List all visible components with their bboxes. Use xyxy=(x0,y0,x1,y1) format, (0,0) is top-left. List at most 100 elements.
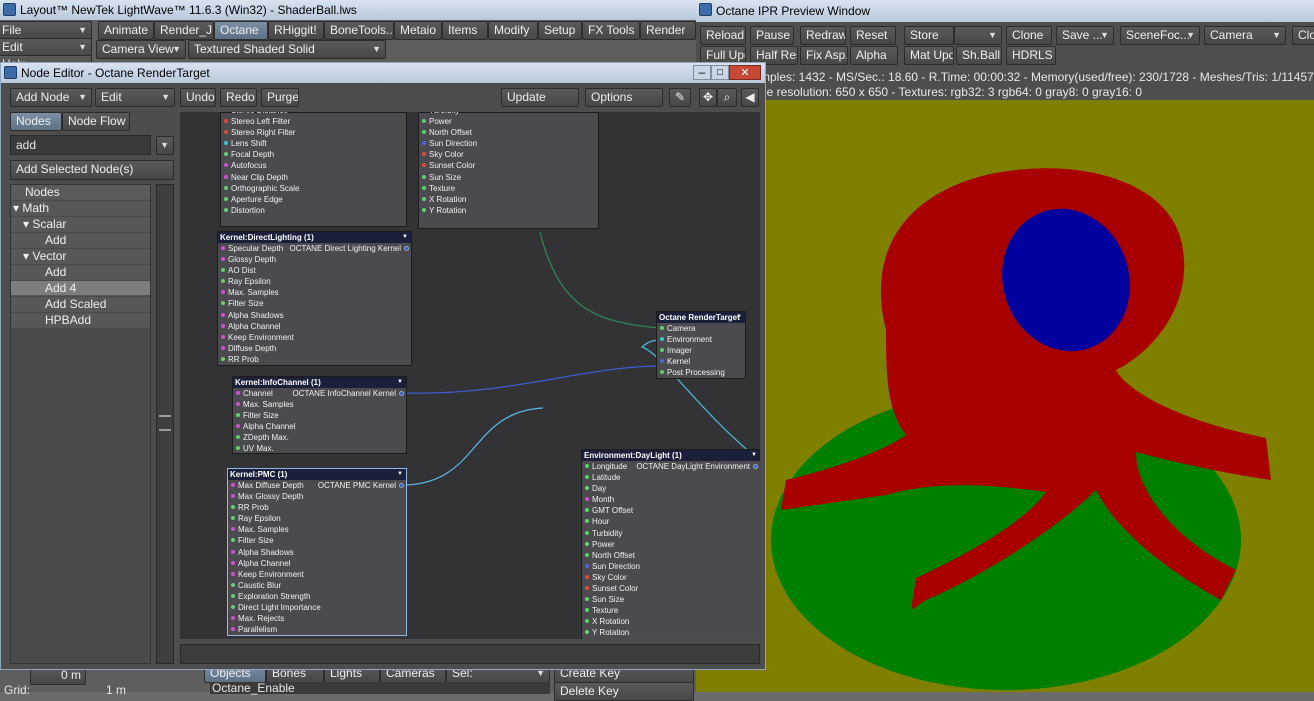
node-input[interactable]: Max. Samples xyxy=(233,399,406,410)
panel-splitter-handle[interactable] xyxy=(159,415,171,431)
input-port-icon[interactable] xyxy=(231,582,235,587)
input-port-icon[interactable] xyxy=(660,348,664,353)
node-input[interactable]: Orthographic Scale xyxy=(221,183,406,194)
node-input[interactable]: Sky Color xyxy=(419,149,598,160)
node-input[interactable]: North Offset xyxy=(582,550,760,561)
node-input[interactable]: Stereo Left Filter xyxy=(221,116,406,127)
mat-update-button[interactable]: Mat Upd xyxy=(904,46,954,65)
input-port-icon[interactable] xyxy=(585,508,589,513)
tab-node-flow[interactable]: Node Flow xyxy=(62,112,130,131)
tab-fx-tools[interactable]: FX Tools xyxy=(582,21,640,40)
node-input[interactable]: Diffuse Depth xyxy=(218,343,411,354)
node-input[interactable]: Filter Size xyxy=(233,410,406,421)
output-port-icon[interactable] xyxy=(753,464,758,469)
daylight-environment-node[interactable]: Environment:DayLight (1)LongitudeOCTANE … xyxy=(581,449,760,639)
input-port-icon[interactable] xyxy=(585,552,589,557)
node-header[interactable]: Kernel:PMC (1) xyxy=(228,469,406,480)
node-input[interactable]: Keep Environment xyxy=(228,569,406,580)
tab-bonetools[interactable]: BoneTools... xyxy=(324,21,394,40)
node-input[interactable]: Turbidity xyxy=(582,528,760,539)
save-dropdown[interactable]: Save ... xyxy=(1056,26,1114,45)
output-port-icon[interactable] xyxy=(404,246,409,251)
input-port-icon[interactable] xyxy=(224,119,228,124)
node-input[interactable]: Aperture Edge xyxy=(221,194,406,205)
input-port-icon[interactable] xyxy=(224,152,228,157)
input-port-icon[interactable] xyxy=(231,516,235,521)
zoom-icon[interactable]: ⌕ xyxy=(717,88,737,107)
input-port-icon[interactable] xyxy=(236,424,240,429)
input-port-icon[interactable] xyxy=(585,630,589,635)
render-preview[interactable] xyxy=(696,100,1314,692)
hdrls-button[interactable]: HDRLS xyxy=(1006,46,1056,65)
move-icon[interactable]: ✥ xyxy=(699,88,717,107)
node-input[interactable]: UV Max. xyxy=(233,443,406,454)
input-port-icon[interactable] xyxy=(585,574,589,579)
node-input[interactable]: Focal Depth xyxy=(221,149,406,160)
node-input[interactable]: Keep Environment xyxy=(218,332,411,343)
node-input[interactable]: Channel OCTANE InfoChannel Kernel xyxy=(233,388,406,399)
node-input[interactable]: Latitude xyxy=(582,472,760,483)
pause-button[interactable]: Pause xyxy=(750,26,794,45)
add-selected-nodes-button[interactable]: Add Selected Node(s) xyxy=(10,160,174,180)
input-port-icon[interactable] xyxy=(221,246,225,250)
input-port-icon[interactable] xyxy=(660,337,664,342)
eyedropper-icon[interactable]: ✎ xyxy=(669,88,691,107)
close-button[interactable]: Clo xyxy=(1292,26,1314,45)
tab-modify[interactable]: Modify xyxy=(488,21,538,40)
store-button[interactable]: Store xyxy=(904,26,954,45)
node-header[interactable]: Octane RenderTarget xyxy=(657,312,745,323)
node-input[interactable]: Alpha Channel xyxy=(218,321,411,332)
node-input[interactable]: Alpha Shadows xyxy=(218,310,411,321)
tab-metaio[interactable]: Metaio xyxy=(394,21,442,40)
input-port-icon[interactable] xyxy=(231,627,235,632)
input-port-icon[interactable] xyxy=(585,586,589,591)
input-port-icon[interactable] xyxy=(221,356,225,361)
input-port-icon[interactable] xyxy=(422,196,426,201)
fix-aspect-button[interactable]: Fix Asp. xyxy=(800,46,848,65)
options-button[interactable]: Options xyxy=(585,88,663,107)
node-header[interactable]: Kernel:DirectLighting (1) xyxy=(218,232,411,243)
node-input[interactable]: North Offset xyxy=(419,127,598,138)
input-port-icon[interactable] xyxy=(422,141,426,146)
node-input[interactable]: ZDepth Max. xyxy=(233,432,406,443)
node-input[interactable]: Glossy Depth xyxy=(218,254,411,265)
input-port-icon[interactable] xyxy=(236,435,240,440)
node-output[interactable]: OCTANE Direct Lighting Kernel xyxy=(290,243,409,254)
redraw-button[interactable]: Redraw xyxy=(800,26,846,45)
node-input[interactable]: RR Prob xyxy=(228,502,406,513)
input-port-icon[interactable] xyxy=(224,185,228,190)
input-port-icon[interactable] xyxy=(231,593,235,598)
camera-node[interactable]: Stereo DistanceStereo Left FilterStereo … xyxy=(220,112,407,227)
tab-rhiggit[interactable]: RHiggit! xyxy=(268,21,324,40)
node-input[interactable]: Sun Direction xyxy=(419,138,598,149)
node-output[interactable]: OCTANE InfoChannel Kernel xyxy=(293,388,404,399)
node-input[interactable]: Sunset Color xyxy=(582,583,760,594)
minimize-icon[interactable]: – xyxy=(693,65,711,80)
node-input[interactable]: Day xyxy=(582,483,760,494)
tab-nodes[interactable]: Nodes xyxy=(10,112,62,131)
tree-item-scalar[interactable]: ▾ Scalar xyxy=(11,217,150,232)
input-port-icon[interactable] xyxy=(422,207,426,212)
node-search-input[interactable]: add xyxy=(10,135,151,155)
node-input[interactable]: Power xyxy=(582,539,760,550)
edit-dropdown[interactable]: Edit xyxy=(95,88,175,107)
node-header[interactable]: Environment:DayLight (1) xyxy=(582,450,760,461)
input-port-icon[interactable] xyxy=(236,413,240,418)
output-port-icon[interactable] xyxy=(399,391,404,396)
node-input[interactable]: Alpha Channel xyxy=(233,421,406,432)
node-input[interactable]: Max Diffuse Depth OCTANE PMC Kernel xyxy=(228,480,406,491)
undo-button[interactable]: Undo xyxy=(180,88,216,107)
node-input[interactable]: Ray Epsilon xyxy=(228,513,406,524)
tree-item-hpbadd[interactable]: HPBAdd xyxy=(11,313,150,328)
input-port-icon[interactable] xyxy=(585,497,589,502)
input-port-icon[interactable] xyxy=(224,196,228,201)
input-port-icon[interactable] xyxy=(221,268,225,273)
node-input[interactable]: Sky Color xyxy=(582,572,760,583)
node-input[interactable]: Ray Epsilon xyxy=(218,276,411,287)
node-input[interactable]: Alpha Channel xyxy=(228,558,406,569)
input-port-icon[interactable] xyxy=(224,163,228,168)
node-input[interactable]: Max. Rejects xyxy=(228,613,406,624)
input-port-icon[interactable] xyxy=(422,130,426,135)
input-port-icon[interactable] xyxy=(585,475,589,480)
node-header[interactable]: Kernel:InfoChannel (1) xyxy=(233,377,406,388)
